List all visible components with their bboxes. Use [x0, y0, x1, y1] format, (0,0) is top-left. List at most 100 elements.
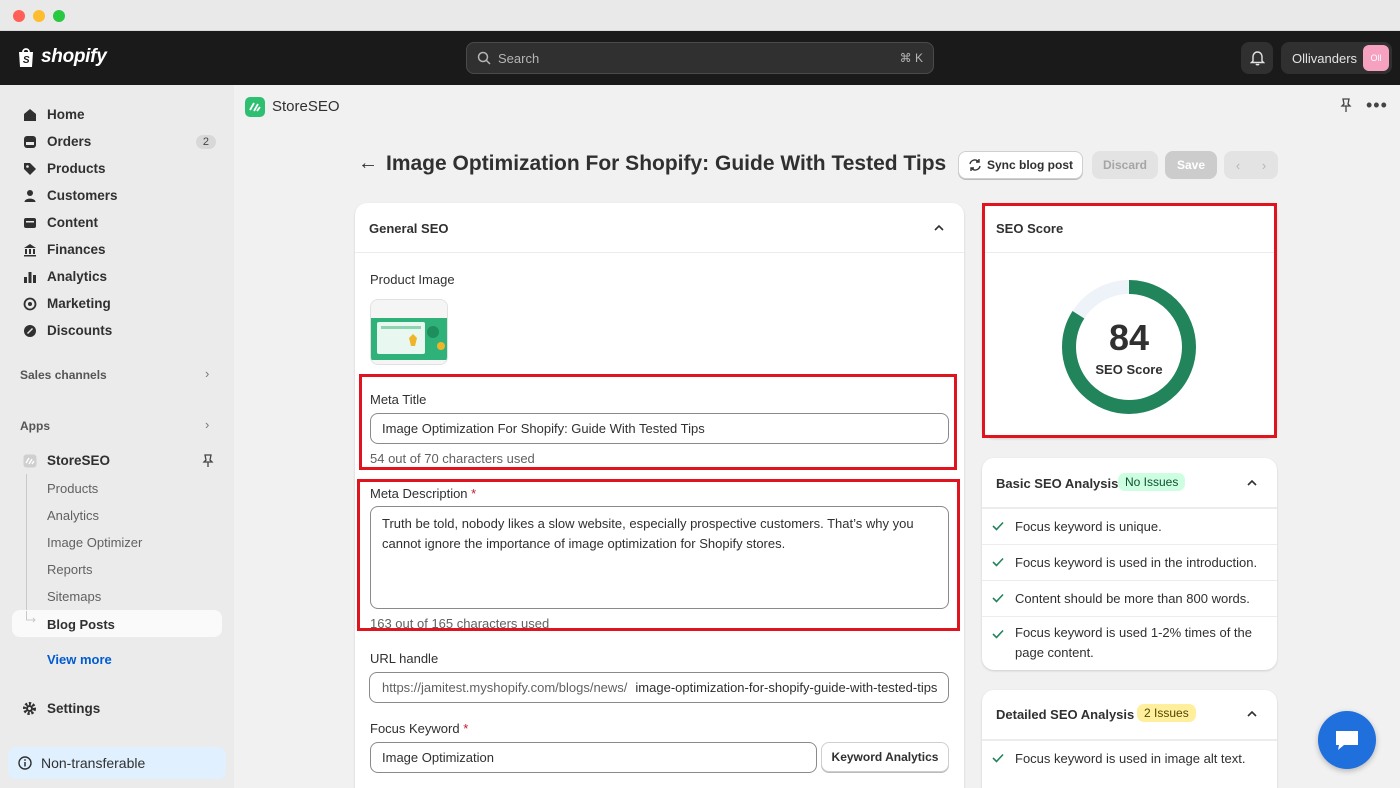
sidebar-item-label: Content [47, 215, 98, 230]
sidebar-item-marketing[interactable]: Marketing [12, 290, 222, 317]
sidebar-item-label: Home [47, 107, 85, 122]
no-issues-badge: No Issues [1118, 473, 1186, 491]
top-bar: S shopify Search ⌘ K Ollivanders Oll [0, 31, 1400, 85]
next-page-button[interactable]: › [1250, 151, 1278, 179]
shopify-logo[interactable]: S shopify [16, 46, 107, 68]
meta-title-highlight [359, 374, 957, 470]
save-button[interactable]: Save [1165, 151, 1217, 179]
store-menu-button[interactable]: Ollivanders Oll [1281, 42, 1392, 74]
sidebar-subitem-reports[interactable]: Reports [47, 562, 93, 577]
sidebar-item-analytics[interactable]: Analytics [12, 263, 222, 290]
card-title: General SEO [369, 221, 449, 236]
basic-seo-analysis-header[interactable]: Basic SEO Analysis No Issues [982, 458, 1277, 508]
sidebar-subitem-products[interactable]: Products [47, 481, 98, 496]
search-placeholder: Search [498, 50, 540, 66]
chevron-right-icon[interactable]: › [205, 417, 209, 432]
detailed-seo-analysis-card: Detailed SEO Analysis 2 Issues Focus key… [982, 690, 1277, 788]
pin-icon[interactable] [1340, 98, 1352, 113]
checkmark-icon [992, 593, 1004, 603]
focus-keyword-label: Focus Keyword * [370, 721, 468, 736]
list-item: Focus keyword is used in image alt text. [982, 740, 1277, 776]
sidebar-subitem-blog-posts[interactable]: Blog Posts [47, 617, 115, 632]
list-item: Content should be more than 800 words. [982, 580, 1277, 616]
storeseo-icon [22, 453, 37, 468]
sidebar-subitem-sitemaps[interactable]: Sitemaps [47, 589, 101, 604]
tree-branch [26, 611, 36, 623]
list-item: Focus keyword is used in the introductio… [982, 544, 1277, 580]
avatar: Oll [1363, 45, 1389, 71]
product-image-label: Product Image [370, 272, 455, 287]
sidebar-item-orders[interactable]: Orders 2 [12, 128, 222, 155]
non-transferable-banner[interactable]: Non-transferable [8, 747, 226, 779]
info-icon [18, 756, 32, 770]
more-options-icon[interactable]: ••• [1366, 95, 1388, 116]
minimize-window-button[interactable] [33, 10, 45, 22]
pin-icon[interactable] [202, 454, 214, 468]
sidebar-item-storeseo[interactable]: StoreSEO [12, 447, 222, 474]
content-icon [22, 215, 37, 230]
shopify-bag-icon: S [19, 48, 33, 67]
sidebar-item-content[interactable]: Content [12, 209, 222, 236]
search-input[interactable]: Search ⌘ K [466, 42, 934, 74]
general-seo-header[interactable]: General SEO [355, 203, 964, 253]
maximize-window-button[interactable] [53, 10, 65, 22]
check-text: Focus keyword is used 1-2% times of the … [1015, 625, 1252, 660]
chevron-right-icon: › [1261, 157, 1267, 173]
previous-page-button[interactable]: ‹ [1224, 151, 1252, 179]
sidebar-item-home[interactable]: Home [12, 101, 222, 128]
window-titlebar [0, 0, 1400, 31]
sidebar-item-label: Discounts [47, 323, 113, 338]
search-shortcut: ⌘ K [899, 51, 923, 65]
sync-label: Sync blog post [986, 158, 1073, 172]
url-handle-value[interactable]: image-optimization-for-shopify-guide-wit… [627, 680, 937, 695]
app-header: StoreSEO ••• [234, 85, 1400, 129]
checkmark-icon [992, 557, 1004, 567]
sidebar-item-products[interactable]: Products [12, 155, 222, 182]
sidebar-subitem-image-optimizer[interactable]: Image Optimizer [47, 535, 142, 550]
tag-icon [22, 161, 37, 176]
sync-blog-post-button[interactable]: Sync blog post [958, 151, 1083, 179]
sidebar-item-label: Products [47, 161, 106, 176]
view-more-link[interactable]: View more [47, 652, 112, 667]
checkmark-icon [992, 521, 1004, 531]
checkmark-icon [992, 629, 1004, 639]
url-handle-input[interactable]: https://jamitest.myshopify.com/blogs/new… [369, 672, 949, 703]
sidebar-item-discounts[interactable]: Discounts [12, 317, 222, 344]
list-item: Focus keyword is unique. [982, 508, 1277, 544]
close-window-button[interactable] [13, 10, 25, 22]
sidebar-item-customers[interactable]: Customers [12, 182, 222, 209]
sidebar-item-label: Finances [47, 242, 106, 257]
sidebar-item-label: Analytics [47, 269, 108, 284]
apps-heading[interactable]: Apps [20, 419, 50, 433]
back-arrow-icon[interactable]: ← [358, 152, 378, 175]
bell-icon [1249, 51, 1265, 66]
chevron-up-icon[interactable] [1247, 709, 1257, 719]
sidebar-item-label: StoreSEO [47, 453, 111, 468]
sidebar-item-settings[interactable]: Settings [12, 695, 222, 722]
check-text: Content should be more than 800 words. [1015, 591, 1250, 606]
orders-icon [22, 134, 37, 149]
check-text: Focus keyword is used in image alt text. [1015, 751, 1246, 766]
search-icon [477, 51, 491, 65]
keyword-analytics-button[interactable]: Keyword Analytics [821, 742, 949, 772]
sync-icon [969, 159, 981, 171]
chevron-right-icon[interactable]: › [205, 366, 209, 381]
detailed-seo-analysis-header[interactable]: Detailed SEO Analysis 2 Issues [982, 690, 1277, 740]
product-image-thumbnail[interactable] [370, 299, 448, 365]
sidebar-item-label: Settings [47, 701, 101, 716]
chevron-up-icon[interactable] [934, 223, 944, 233]
sales-channels-heading[interactable]: Sales channels [20, 368, 107, 382]
sidebar-active-highlight [12, 610, 222, 637]
chat-support-button[interactable] [1318, 711, 1376, 769]
url-prefix: https://jamitest.myshopify.com/blogs/new… [382, 680, 628, 695]
chat-bubble-icon [1336, 731, 1358, 750]
focus-keyword-input[interactable]: Image Optimization [370, 742, 817, 773]
non-transferable-label: Non-transferable [41, 755, 146, 771]
notifications-button[interactable] [1241, 42, 1273, 74]
sidebar-subitem-analytics[interactable]: Analytics [47, 508, 99, 523]
sidebar-item-finances[interactable]: Finances [12, 236, 222, 263]
discard-button[interactable]: Discard [1092, 151, 1158, 179]
page-title: Image Optimization For Shopify: Guide Wi… [386, 152, 947, 175]
chevron-up-icon[interactable] [1247, 478, 1257, 488]
required-marker: * [463, 721, 469, 736]
